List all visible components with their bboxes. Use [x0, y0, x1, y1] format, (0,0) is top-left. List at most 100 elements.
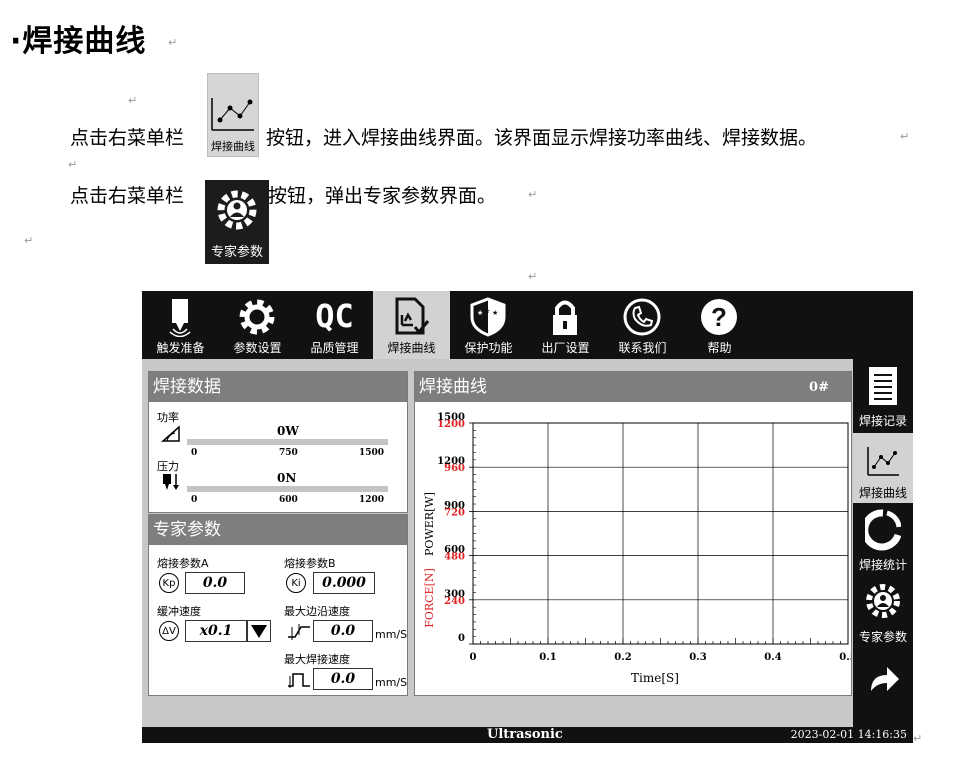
edge-speed-icon — [288, 624, 310, 640]
power-tick-min: 0 — [191, 448, 198, 458]
trigger-icon — [169, 299, 191, 337]
status-bar: Ultrasonic 2023-02-01 14:16:35 — [142, 727, 913, 743]
y-tick-label-power: 1200 — [437, 456, 465, 467]
max-weld-speed-input[interactable]: 0.0 — [313, 668, 373, 690]
brand-name: Ultrasonic — [487, 727, 563, 742]
x-tick-label: 0.4 — [764, 652, 781, 663]
y-tick-label-power: 600 — [444, 545, 465, 556]
weld-speed-unit: mm/S — [375, 676, 408, 689]
expert-button-illustration: 专家参数 — [205, 180, 269, 264]
expert-params-panel: 专家参数 熔接参数A Kp 0.0 熔接参数B Ki 0.000 缓冲速度 ΔV… — [148, 514, 408, 696]
tab-contact-us[interactable]: 联系我们 — [604, 291, 681, 359]
buffer-speed-label: 缓冲速度 — [157, 605, 201, 618]
pressure-tick-mid: 600 — [279, 495, 298, 505]
menu-label: 焊接曲线 — [858, 486, 907, 500]
param-b-label: 熔接参数B — [284, 557, 336, 570]
delta-v-badge-icon: ΔV — [159, 621, 179, 641]
plot-frame — [472, 422, 849, 645]
tab-protection[interactable]: ★ ★ ★ 保护功能 — [450, 291, 527, 359]
phone-icon — [623, 298, 661, 336]
power-label: 功率 — [157, 411, 179, 424]
power-tick-mid: 750 — [279, 448, 298, 458]
curve-icon — [211, 98, 254, 131]
x-tick-label: 0.1 — [539, 652, 556, 663]
tab-trigger-prepare[interactable]: 触发准备 — [142, 291, 219, 359]
right-menu-bar: 焊接记录 焊接曲线 焊接统计 专家参数 — [853, 359, 913, 727]
svg-text:★: ★ — [484, 307, 490, 315]
x-axis-label: Time[S] — [631, 671, 679, 685]
expert-icon — [866, 584, 900, 618]
datetime-display: 2023-02-01 14:16:35 — [790, 728, 907, 741]
param-a-input[interactable]: 0.0 — [185, 572, 245, 594]
svg-text:★: ★ — [492, 309, 498, 317]
tab-factory-settings[interactable]: 出厂设置 — [527, 291, 604, 359]
tab-parameter-settings[interactable]: 参数设置 — [219, 291, 296, 359]
pressure-bar — [187, 486, 388, 492]
expert-params-title: 专家参数 — [149, 515, 407, 545]
power-bar — [187, 439, 388, 445]
buffer-speed-select[interactable]: x0.1 — [185, 620, 247, 642]
paragraph-mark: ↵ — [900, 130, 910, 143]
expert-button-label: 专家参数 — [210, 245, 263, 260]
tab-label: 焊接曲线 — [387, 341, 436, 355]
tab-help[interactable]: ? 帮助 — [681, 291, 758, 359]
paragraph-mark: ↵ — [913, 732, 923, 745]
param-b-input[interactable]: 0.000 — [313, 572, 375, 594]
max-edge-speed-label: 最大边沿速度 — [284, 605, 350, 618]
stats-icon — [865, 509, 901, 551]
edge-speed-unit: mm/S — [375, 628, 408, 641]
tab-label: 联系我们 — [618, 341, 667, 355]
paragraph-mark: ↵ — [24, 234, 34, 247]
menu-weld-statistics[interactable]: 焊接统计 — [853, 505, 913, 575]
doc-line-1-before: 点击右菜单栏 — [70, 127, 185, 149]
forward-arrow-icon — [871, 667, 899, 691]
svg-text:?: ? — [711, 302, 727, 332]
curve-button-illustration: 焊接曲线 — [207, 73, 259, 157]
tab-label: 出厂设置 — [541, 341, 590, 355]
curve-doc-icon — [395, 297, 430, 335]
paragraph-mark: ↵ — [528, 270, 538, 283]
power-icon — [161, 425, 180, 442]
x-tick-label: 0.3 — [689, 652, 706, 663]
curve-icon — [867, 447, 899, 476]
buffer-speed-dropdown-button[interactable] — [247, 620, 271, 642]
help-icon: ? — [701, 299, 737, 335]
tab-label: 保护功能 — [464, 341, 513, 355]
record-icon — [869, 367, 897, 405]
menu-label: 焊接记录 — [858, 414, 907, 428]
menu-weld-curve[interactable]: 焊接曲线 — [853, 433, 913, 503]
tab-label: 品质管理 — [310, 341, 359, 355]
top-tab-bar: 触发准备 参数设置 QC 品质管理 焊接曲线 ★ ★ ★ 保护功能 出厂设置 联… — [142, 291, 913, 359]
y-tick-label-power: 0 — [458, 633, 465, 644]
qc-icon: QC — [315, 297, 354, 335]
kp-badge-icon: Kp — [159, 573, 179, 593]
tab-quality-management[interactable]: QC 品质管理 — [296, 291, 373, 359]
menu-label: 焊接统计 — [858, 558, 907, 572]
weld-speed-icon — [288, 673, 310, 688]
menu-forward-button[interactable] — [853, 655, 913, 699]
paragraph-mark: ↵ — [128, 94, 138, 107]
gear-icon — [239, 299, 275, 335]
max-edge-speed-input[interactable]: 0.0 — [313, 620, 373, 642]
pressure-value: 0N — [277, 471, 297, 485]
pressure-tick-min: 0 — [191, 495, 198, 505]
paragraph-mark: ↵ — [168, 36, 178, 49]
weld-data-panel: 焊接数据 功率 0W 0 750 1500 压力 0N 0 600 1200 — [148, 371, 408, 513]
tab-label: 帮助 — [707, 341, 732, 355]
x-tick-label: 0 — [470, 652, 477, 663]
tab-weld-curve[interactable]: 焊接曲线 — [373, 291, 450, 359]
power-tick-max: 1500 — [359, 448, 385, 458]
menu-weld-record[interactable]: 焊接记录 — [853, 361, 913, 431]
weld-curve-title: 焊接曲线 — [415, 372, 851, 402]
curve-id: 0# — [809, 380, 829, 395]
ki-badge-icon: Ki — [286, 573, 306, 593]
doc-line-2-after: 按钮，弹出专家参数界面。 — [268, 185, 497, 207]
tab-label: 触发准备 — [156, 341, 205, 355]
pressure-tick-max: 1200 — [359, 495, 385, 505]
shield-icon: ★ ★ ★ — [470, 297, 506, 337]
doc-line-1-after: 按钮，进入焊接曲线界面。该界面显示焊接功率曲线、焊接数据。 — [266, 127, 818, 149]
triangle-down-icon — [251, 625, 267, 638]
paragraph-mark: ↵ — [528, 188, 538, 201]
menu-expert-params[interactable]: 专家参数 — [853, 577, 913, 647]
y-axis-label-force: FORCE[N] — [423, 568, 436, 628]
